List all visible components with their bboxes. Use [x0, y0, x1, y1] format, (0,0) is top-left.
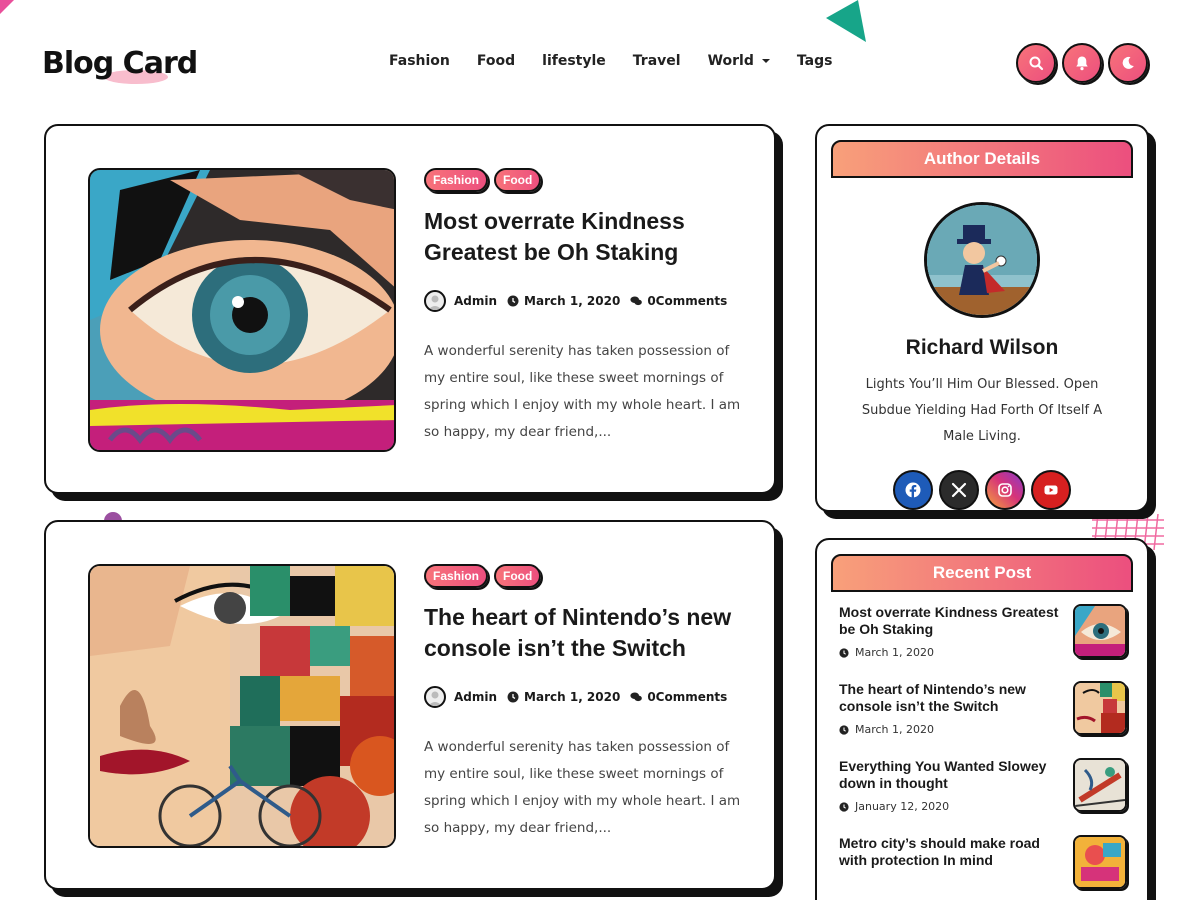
site-logo[interactable]: Blog Card [42, 46, 198, 81]
author-widget: Author Details Richard Wilson Lights You… [815, 124, 1149, 512]
post-card: Fashion Food Most overrate Kindness Grea… [44, 124, 776, 494]
tag-food[interactable]: Food [494, 564, 542, 588]
nav-item-world-label: World [707, 53, 754, 69]
nav-item-fashion[interactable]: Fashion [389, 53, 450, 69]
post-comments-text: 0Comments [647, 294, 728, 308]
site-header: Blog Card Fashion Food lifestyle Travel … [0, 0, 1200, 120]
post-image-eye-graffiti[interactable] [88, 168, 396, 452]
comments-icon [630, 692, 643, 702]
chevron-down-icon [761, 59, 770, 63]
post-tags: Fashion Food [424, 564, 744, 588]
nav-item-lifestyle[interactable]: lifestyle [542, 53, 606, 69]
clock-icon [507, 295, 519, 307]
post-meta: Admin March 1, 2020 0Comments [424, 290, 744, 312]
recent-post-title[interactable]: The heart of Nintendo’s new console isn’… [839, 681, 1065, 715]
tag-food[interactable]: Food [494, 168, 542, 192]
recent-posts-list: Most overrate Kindness Greatest be Oh St… [839, 604, 1127, 889]
recent-post-date: March 1, 2020 [839, 723, 1065, 736]
recent-post-item[interactable]: Metro city’s should make road with prote… [839, 835, 1127, 889]
instagram-link[interactable] [985, 470, 1025, 510]
header-actions [1016, 43, 1148, 83]
recent-post-date-text: March 1, 2020 [855, 723, 935, 736]
recent-post-thumbnail[interactable] [1073, 758, 1127, 812]
clock-icon [839, 724, 849, 735]
post-tags: Fashion Food [424, 168, 744, 192]
notifications-button[interactable] [1062, 43, 1102, 83]
recent-post-title[interactable]: Most overrate Kindness Greatest be Oh St… [839, 604, 1065, 638]
tag-fashion[interactable]: Fashion [424, 564, 489, 588]
post-card: Fashion Food The heart of Nintendo’s new… [44, 520, 776, 890]
recent-post-title[interactable]: Metro city’s should make road with prote… [839, 835, 1065, 869]
x-link[interactable] [939, 470, 979, 510]
youtube-icon [1044, 485, 1058, 495]
recent-post-date-text: March 1, 2020 [855, 646, 935, 659]
main-nav: Fashion Food lifestyle Travel World Tags [389, 53, 859, 69]
recent-post-thumbnail[interactable] [1073, 835, 1127, 889]
widget-heading: Author Details [831, 140, 1133, 178]
post-excerpt: A wonderful serenity has taken possessio… [424, 343, 741, 440]
x-icon [951, 482, 967, 498]
recent-post-date: January 12, 2020 [839, 800, 1065, 813]
search-icon [1029, 56, 1044, 71]
clock-icon [507, 691, 519, 703]
clock-icon [839, 647, 849, 658]
dark-mode-toggle[interactable] [1108, 43, 1148, 83]
post-date: March 1, 2020 [507, 294, 620, 308]
widget-heading: Recent Post [831, 554, 1133, 592]
recent-post-text: Most overrate Kindness Greatest be Oh St… [839, 604, 1065, 659]
recent-post-text: The heart of Nintendo’s new console isn’… [839, 681, 1065, 736]
author-avatar [424, 290, 446, 312]
recent-post-item[interactable]: The heart of Nintendo’s new console isn’… [839, 681, 1127, 736]
recent-post-text: Metro city’s should make road with prote… [839, 835, 1065, 889]
recent-post-thumbnail[interactable] [1073, 604, 1127, 658]
recent-post-title[interactable]: Everything You Wanted Slowey down in tho… [839, 758, 1065, 792]
author-avatar [424, 686, 446, 708]
author-photo [924, 202, 1040, 318]
tag-fashion[interactable]: Fashion [424, 168, 489, 192]
clock-icon [839, 801, 849, 812]
search-button[interactable] [1016, 43, 1056, 83]
nav-item-world[interactable]: World [708, 53, 770, 69]
post-title[interactable]: The heart of Nintendo’s new console isn’… [424, 602, 744, 664]
moon-icon [1122, 56, 1134, 69]
post-meta: Admin March 1, 2020 0Comments [424, 686, 744, 708]
post-comments-text: 0Comments [647, 690, 728, 704]
author-bio: Lights You’ll Him Our Blessed. Open Subd… [861, 377, 1103, 444]
youtube-link[interactable] [1031, 470, 1071, 510]
post-date: March 1, 2020 [507, 690, 620, 704]
post-comments[interactable]: 0Comments [630, 294, 727, 308]
nav-item-food[interactable]: Food [477, 53, 515, 69]
facebook-link[interactable] [893, 470, 933, 510]
post-author[interactable]: Admin [454, 294, 497, 308]
author-name[interactable]: Richard Wilson [817, 336, 1147, 360]
recent-posts-widget: Recent Post Most overrate Kindness Great… [815, 538, 1149, 900]
post-title[interactable]: Most overrate Kindness Greatest be Oh St… [424, 206, 744, 268]
recent-post-text: Everything You Wanted Slowey down in tho… [839, 758, 1065, 813]
recent-post-thumbnail[interactable] [1073, 681, 1127, 735]
post-date-text: March 1, 2020 [524, 690, 621, 704]
comments-icon [630, 296, 643, 306]
nav-item-tags[interactable]: Tags [797, 53, 833, 69]
bell-icon [1076, 56, 1088, 71]
recent-post-date: March 1, 2020 [839, 646, 1065, 659]
post-body: Fashion Food Most overrate Kindness Grea… [424, 168, 744, 446]
post-excerpt: A wonderful serenity has taken possessio… [424, 739, 741, 836]
nav-item-travel[interactable]: Travel [633, 53, 681, 69]
social-links [817, 470, 1147, 510]
post-image-face-mural[interactable] [88, 564, 396, 848]
post-body: Fashion Food The heart of Nintendo’s new… [424, 564, 744, 842]
recent-post-item[interactable]: Everything You Wanted Slowey down in tho… [839, 758, 1127, 813]
post-date-text: March 1, 2020 [524, 294, 621, 308]
instagram-icon [998, 483, 1012, 497]
recent-post-item[interactable]: Most overrate Kindness Greatest be Oh St… [839, 604, 1127, 659]
post-author[interactable]: Admin [454, 690, 497, 704]
post-comments[interactable]: 0Comments [630, 690, 727, 704]
facebook-icon [905, 482, 921, 498]
recent-post-date-text: January 12, 2020 [855, 800, 950, 813]
